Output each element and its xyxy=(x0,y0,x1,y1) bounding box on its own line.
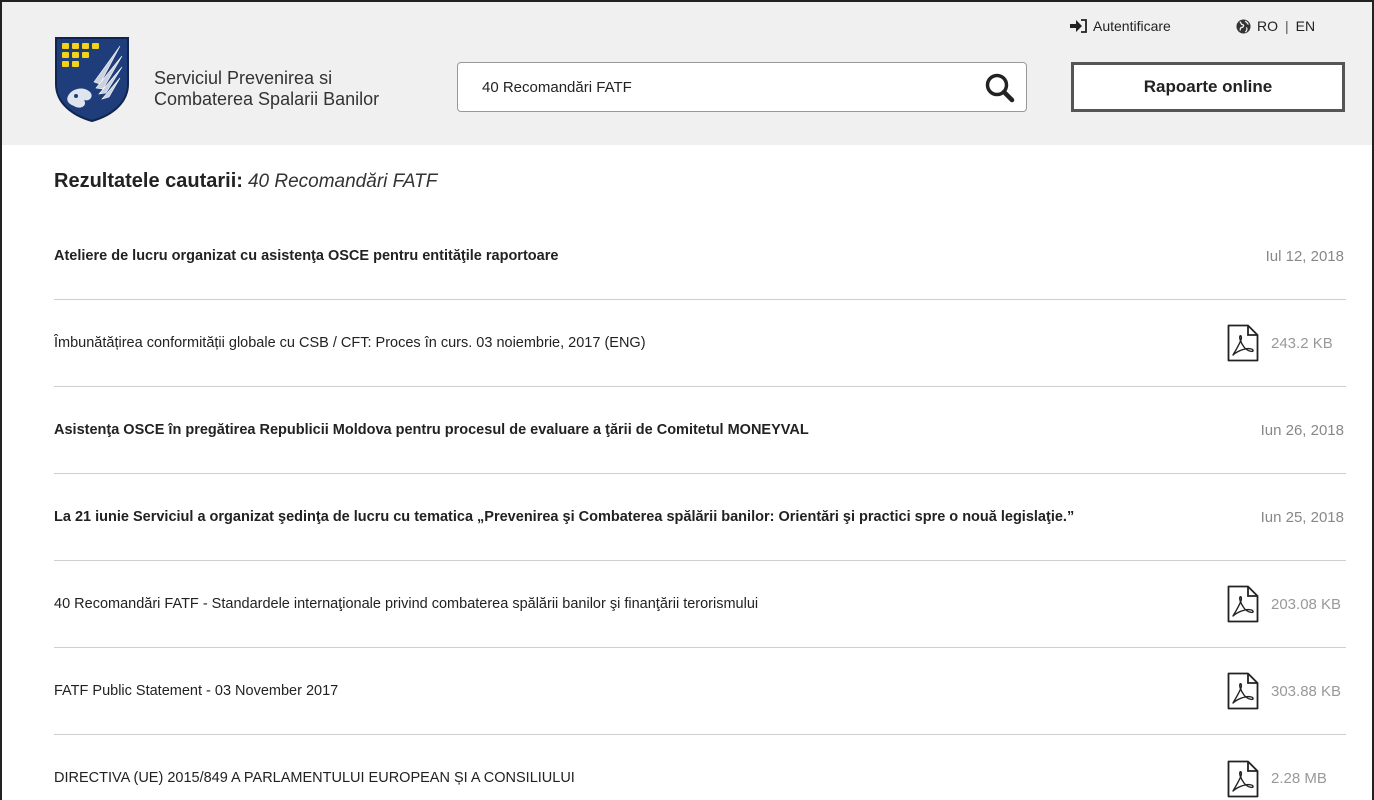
lang-divider: | xyxy=(1285,18,1289,34)
site-header: Serviciul Prevenirea si Combaterea Spala… xyxy=(2,2,1372,145)
list-item: 40 Recomandări FATF - Standardele intern… xyxy=(54,561,1346,648)
globe-icon xyxy=(1236,18,1251,34)
pdf-file-icon[interactable] xyxy=(1227,760,1259,798)
result-file: 203.08 KB xyxy=(1227,585,1344,623)
list-item: Îmbunătățirea conformității globale cu C… xyxy=(54,300,1346,387)
search-input[interactable]: 40 Recomandări FATF xyxy=(482,79,632,96)
results-list: Ateliere de lucru organizat cu asistenţa… xyxy=(54,214,1346,800)
result-title-link[interactable]: La 21 iunie Serviciul a organizat şedinţ… xyxy=(54,508,1114,527)
result-date: Iun 26, 2018 xyxy=(1260,421,1344,439)
result-title-link[interactable]: DIRECTIVA (UE) 2015/849 A PARLAMENTULUI … xyxy=(54,769,615,788)
search-box[interactable]: 40 Recomandări FATF xyxy=(457,62,1027,112)
pdf-file-icon[interactable] xyxy=(1227,585,1259,623)
result-title-link[interactable]: Asistenţa OSCE în pregătirea Republicii … xyxy=(54,421,849,440)
organization-name: Serviciul Prevenirea si Combaterea Spala… xyxy=(154,68,379,110)
result-file: 303.88 KB xyxy=(1227,672,1344,710)
result-file: 2.28 MB xyxy=(1227,760,1344,798)
list-item: Ateliere de lucru organizat cu asistenţa… xyxy=(54,214,1346,300)
list-item: Asistenţa OSCE în pregătirea Republicii … xyxy=(54,387,1346,474)
result-date: Iun 25, 2018 xyxy=(1260,508,1344,526)
list-item: DIRECTIVA (UE) 2015/849 A PARLAMENTULUI … xyxy=(54,735,1346,800)
result-title-link[interactable]: Ateliere de lucru organizat cu asistenţa… xyxy=(54,247,598,266)
login-label: Autentificare xyxy=(1093,18,1171,34)
result-date: Iul 12, 2018 xyxy=(1265,248,1344,265)
pdf-file-icon[interactable] xyxy=(1227,672,1259,710)
organization-name-line1: Serviciul Prevenirea si xyxy=(154,68,333,88)
organization-name-line2: Combaterea Spalarii Banilor xyxy=(154,89,380,109)
result-title-link[interactable]: FATF Public Statement - 03 November 2017 xyxy=(54,682,378,701)
page: Serviciul Prevenirea si Combaterea Spala… xyxy=(0,0,1374,800)
language-switcher: RO | EN xyxy=(1236,18,1315,34)
list-item: FATF Public Statement - 03 November 2017… xyxy=(54,648,1346,735)
result-file-size: 2.28 MB xyxy=(1271,770,1327,787)
lang-ro-link[interactable]: RO xyxy=(1257,18,1278,34)
pdf-file-icon[interactable] xyxy=(1227,324,1259,362)
online-reports-button[interactable]: Rapoarte online xyxy=(1071,62,1345,112)
login-arrow-icon xyxy=(1070,19,1087,33)
lang-en-link[interactable]: EN xyxy=(1296,18,1315,34)
search-icon[interactable] xyxy=(984,72,1016,104)
result-title-link[interactable]: 40 Recomandări FATF - Standardele intern… xyxy=(54,595,798,614)
result-file: 243.2 KB xyxy=(1227,324,1344,362)
result-file-size: 303.88 KB xyxy=(1271,682,1342,700)
emblem-logo[interactable] xyxy=(54,36,130,122)
results-query: 40 Recomandări FATF xyxy=(247,171,438,192)
result-title-link[interactable]: Îmbunătățirea conformității globale cu C… xyxy=(54,334,686,353)
login-link[interactable]: Autentificare xyxy=(1069,18,1171,34)
result-file-size: 203.08 KB xyxy=(1271,595,1342,613)
results-heading: Rezultatele cautarii: 40 Recomandări FATF xyxy=(54,170,437,193)
results-heading-label: Rezultatele cautarii: xyxy=(54,170,243,192)
list-item: La 21 iunie Serviciul a organizat şedinţ… xyxy=(54,474,1346,561)
result-file-size: 243.2 KB xyxy=(1271,334,1333,352)
